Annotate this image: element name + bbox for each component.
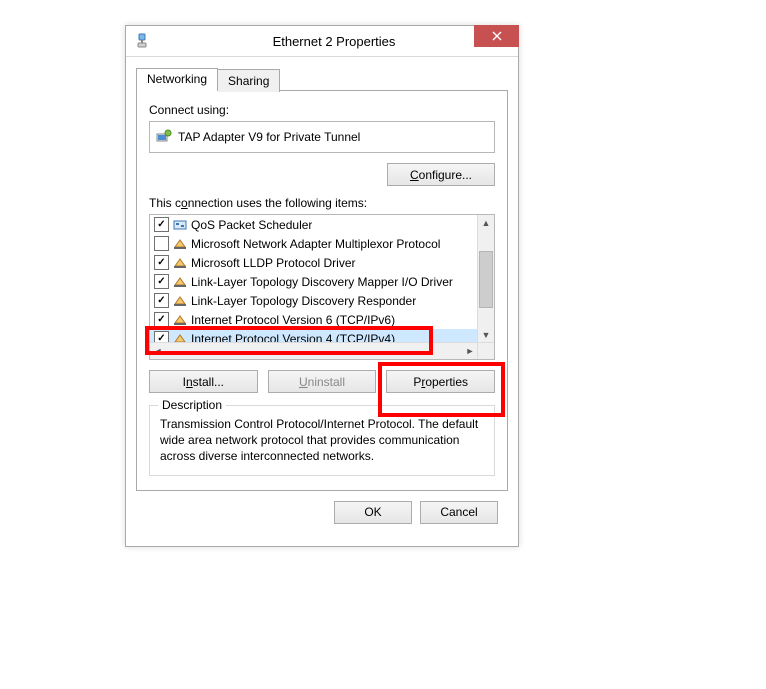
protocol-icon xyxy=(173,275,187,289)
install-button[interactable]: Install... xyxy=(149,370,258,393)
ok-button[interactable]: OK xyxy=(334,501,412,524)
window-title: Ethernet 2 Properties xyxy=(150,34,518,49)
list-item[interactable]: Internet Protocol Version 6 (TCP/IPv6) xyxy=(150,310,478,329)
protocol-icon xyxy=(173,294,187,308)
list-item-label: Microsoft LLDP Protocol Driver xyxy=(191,256,356,270)
components-listbox[interactable]: QoS Packet Scheduler Microsoft Network Ad… xyxy=(149,214,495,360)
scroll-left-icon[interactable]: ◄ xyxy=(150,343,166,359)
list-item-label: Link-Layer Topology Discovery Responder xyxy=(191,294,416,308)
list-item-label: QoS Packet Scheduler xyxy=(191,218,312,232)
list-item[interactable]: Microsoft Network Adapter Multiplexor Pr… xyxy=(150,234,478,253)
list-item-label: Microsoft Network Adapter Multiplexor Pr… xyxy=(191,237,440,251)
scroll-right-icon[interactable]: ► xyxy=(462,343,478,359)
scroll-up-icon[interactable]: ▲ xyxy=(478,215,494,231)
close-button[interactable] xyxy=(474,25,519,47)
network-adapter-icon xyxy=(156,129,172,145)
list-item[interactable]: Internet Protocol Version 4 (TCP/IPv4) xyxy=(150,329,478,343)
checkbox[interactable] xyxy=(154,274,169,289)
cancel-button[interactable]: Cancel xyxy=(420,501,498,524)
protocol-icon xyxy=(173,313,187,327)
titlebar[interactable]: Ethernet 2 Properties xyxy=(126,26,518,57)
properties-button[interactable]: Properties xyxy=(386,370,495,393)
description-group: Description Transmission Control Protoco… xyxy=(149,405,495,476)
checkbox[interactable] xyxy=(154,217,169,232)
uninstall-button: Uninstall xyxy=(268,370,377,393)
scroll-corner xyxy=(477,342,494,359)
list-item[interactable]: QoS Packet Scheduler xyxy=(150,215,478,234)
description-text: Transmission Control Protocol/Internet P… xyxy=(160,416,484,465)
configure-button[interactable]: Configure... xyxy=(387,163,495,186)
tab-strip: Networking Sharing xyxy=(136,68,508,91)
vertical-scrollbar[interactable]: ▲ ▼ xyxy=(477,215,494,343)
checkbox[interactable] xyxy=(154,255,169,270)
list-item-label: Internet Protocol Version 6 (TCP/IPv6) xyxy=(191,313,395,327)
checkbox[interactable] xyxy=(154,236,169,251)
dialog-button-row: OK Cancel xyxy=(136,491,508,536)
tab-sharing[interactable]: Sharing xyxy=(218,69,280,92)
description-legend: Description xyxy=(158,398,226,412)
checkbox[interactable] xyxy=(154,293,169,308)
adapter-field[interactable]: TAP Adapter V9 for Private Tunnel xyxy=(149,121,495,153)
connect-using-label: Connect using: xyxy=(149,103,495,117)
items-label: This connection uses the following items… xyxy=(149,196,495,210)
list-item[interactable]: Link-Layer Topology Discovery Mapper I/O… xyxy=(150,272,478,291)
client-area: Networking Sharing Connect using: TAP Ad… xyxy=(126,57,518,546)
list-item-label: Link-Layer Topology Discovery Mapper I/O… xyxy=(191,275,453,289)
adapter-icon xyxy=(134,33,150,49)
tab-networking[interactable]: Networking xyxy=(136,68,218,91)
scroll-down-icon[interactable]: ▼ xyxy=(478,327,494,343)
checkbox[interactable] xyxy=(154,312,169,327)
protocol-icon xyxy=(173,237,187,251)
scroll-thumb[interactable] xyxy=(479,251,493,308)
adapter-name: TAP Adapter V9 for Private Tunnel xyxy=(178,130,360,144)
list-item[interactable]: Microsoft LLDP Protocol Driver xyxy=(150,253,478,272)
list-item[interactable]: Link-Layer Topology Discovery Responder xyxy=(150,291,478,310)
networking-panel: Connect using: TAP Adapter V9 for Privat… xyxy=(136,90,508,491)
scheduler-icon xyxy=(173,218,187,232)
properties-dialog: Ethernet 2 Properties Networking Sharing… xyxy=(125,25,519,547)
horizontal-scrollbar[interactable]: ◄ ► xyxy=(150,342,478,359)
protocol-icon xyxy=(173,256,187,270)
